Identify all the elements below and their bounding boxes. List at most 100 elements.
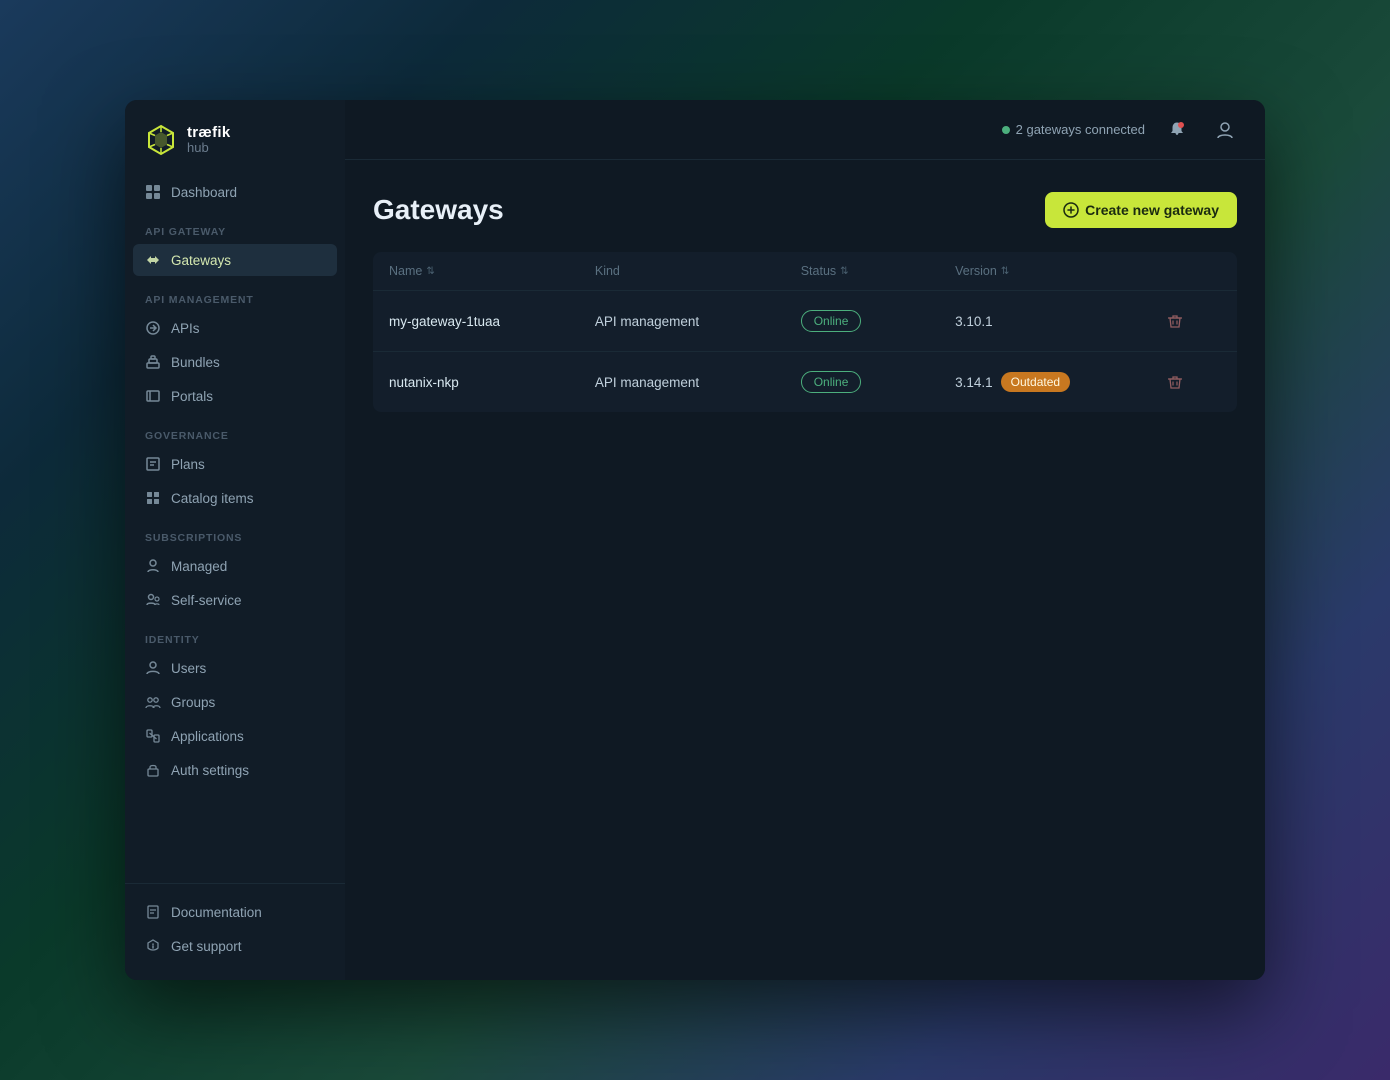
applications-icon [145,728,161,744]
sidebar-label-applications: Applications [171,729,244,744]
trash-icon [1167,313,1183,329]
row1-status: Online [801,310,955,332]
sidebar-item-applications[interactable]: Applications [133,720,337,752]
table-header: Name ⇅ Kind Status ⇅ Version ⇅ [373,252,1237,291]
bell-icon [1168,121,1186,139]
section-subscriptions: SUBSCRIPTIONS [133,516,337,550]
th-name: Name ⇅ [389,264,595,278]
create-button-label: Create new gateway [1085,202,1219,218]
row2-actions [1161,368,1221,396]
row2-delete-button[interactable] [1161,368,1189,396]
th-kind: Kind [595,264,801,278]
sidebar-item-selfservice[interactable]: Self-service [133,584,337,616]
apis-icon [145,320,161,336]
logo-brand: træfik [187,125,230,142]
app-window: træfik hub Dashboard API GATEWAY [125,100,1265,980]
sidebar-nav: Dashboard API GATEWAY Gateways API MANAG… [125,176,345,875]
table-row[interactable]: my-gateway-1tuaa API management Online 3… [373,291,1237,352]
status-dot [1002,126,1010,134]
section-identity: IDENTITY [133,618,337,652]
sidebar-item-get-support[interactable]: Get support [133,930,337,962]
user-avatar-button[interactable] [1209,114,1241,146]
page-header: Gateways Create new gateway [373,192,1237,228]
sort-icon-name[interactable]: ⇅ [426,266,434,277]
sidebar-label-dashboard: Dashboard [171,185,237,200]
row2-status-badge: Online [801,371,862,393]
row2-status: Online [801,371,955,393]
sidebar-label-gateways: Gateways [171,253,231,268]
row1-name: my-gateway-1tuaa [389,314,595,329]
row2-name: nutanix-nkp [389,375,595,390]
sidebar-label-plans: Plans [171,457,205,472]
sort-icon-version[interactable]: ⇅ [1001,266,1009,277]
sidebar-item-users[interactable]: Users [133,652,337,684]
section-api-management: API MANAGEMENT [133,278,337,312]
groups-icon [145,694,161,710]
trash-icon [1167,374,1183,390]
page-title: Gateways [373,194,504,226]
table-row[interactable]: nutanix-nkp API management Online 3.14.1… [373,352,1237,412]
create-new-gateway-button[interactable]: Create new gateway [1045,192,1237,228]
sidebar-item-catalog[interactable]: Catalog items [133,482,337,514]
logo-icon [145,124,177,156]
logo-area: træfik hub [125,100,345,176]
documentation-icon [145,904,161,920]
sidebar-item-gateways[interactable]: Gateways [133,244,337,276]
th-actions [1161,264,1221,278]
sidebar: træfik hub Dashboard API GATEWAY [125,100,345,980]
sidebar-label-portals: Portals [171,389,213,404]
sidebar-item-documentation[interactable]: Documentation [133,896,337,928]
dashboard-icon [145,184,161,200]
row2-kind: API management [595,375,801,390]
sidebar-label-managed: Managed [171,559,227,574]
user-icon [1216,121,1234,139]
sidebar-item-groups[interactable]: Groups [133,686,337,718]
sidebar-item-apis[interactable]: APIs [133,312,337,344]
gateways-status: 2 gateways connected [1002,122,1145,137]
portals-icon [145,388,161,404]
sidebar-item-plans[interactable]: Plans [133,448,337,480]
row1-actions [1161,307,1221,335]
row2-outdated-badge: Outdated [1001,372,1070,392]
plus-circle-icon [1063,202,1079,218]
notification-button[interactable] [1161,114,1193,146]
sidebar-label-documentation: Documentation [171,905,262,920]
main-content: 2 gateways connected Gateways [345,100,1265,980]
sidebar-label-auth-settings: Auth settings [171,763,249,778]
sidebar-item-auth-settings[interactable]: Auth settings [133,754,337,786]
sidebar-item-managed[interactable]: Managed [133,550,337,582]
sidebar-label-selfservice: Self-service [171,593,242,608]
th-status: Status ⇅ [801,264,955,278]
gateways-table: Name ⇅ Kind Status ⇅ Version ⇅ [373,252,1237,412]
row2-version: 3.14.1 Outdated [955,372,1161,392]
sidebar-item-portals[interactable]: Portals [133,380,337,412]
sidebar-item-dashboard[interactable]: Dashboard [133,176,337,208]
th-version: Version ⇅ [955,264,1161,278]
gateways-connected-label: 2 gateways connected [1016,122,1145,137]
gateways-icon [145,252,161,268]
plans-icon [145,456,161,472]
logo-sub: hub [187,141,230,155]
authsettings-icon [145,762,161,778]
row1-kind: API management [595,314,801,329]
sidebar-label-apis: APIs [171,321,200,336]
catalog-icon [145,490,161,506]
logo-text: træfik hub [187,125,230,156]
sidebar-label-support: Get support [171,939,242,954]
sidebar-label-groups: Groups [171,695,215,710]
row1-status-badge: Online [801,310,862,332]
sidebar-item-bundles[interactable]: Bundles [133,346,337,378]
row1-delete-button[interactable] [1161,307,1189,335]
sort-icon-status[interactable]: ⇅ [840,266,848,277]
managed-icon [145,558,161,574]
page-body: Gateways Create new gateway Name ⇅ [345,160,1265,980]
row1-version: 3.10.1 [955,314,1161,329]
users-icon [145,660,161,676]
sidebar-label-users: Users [171,661,206,676]
bundles-icon [145,354,161,370]
sidebar-label-catalog: Catalog items [171,491,254,506]
section-governance: GOVERNANCE [133,414,337,448]
topbar: 2 gateways connected [345,100,1265,160]
support-icon [145,938,161,954]
section-api-gateway: API GATEWAY [133,210,337,244]
